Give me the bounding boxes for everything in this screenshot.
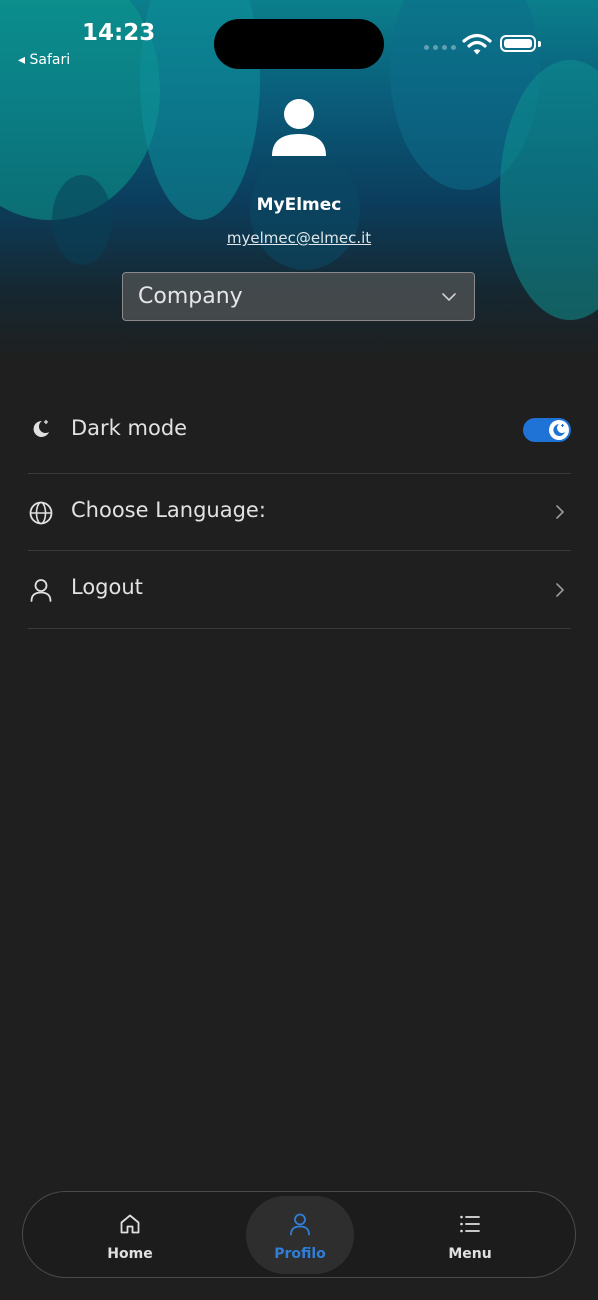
nav-menu[interactable]: Menu (416, 1196, 524, 1274)
moon-icon (33, 420, 49, 437)
status-bar: 14:23 ◂ Safari (0, 0, 598, 90)
dynamic-island (214, 19, 384, 69)
profile-email-link[interactable]: myelmec@elmec.it (0, 229, 598, 247)
divider (28, 628, 571, 629)
company-select-value: Company (138, 284, 243, 309)
nav-profilo[interactable]: Profilo (246, 1196, 354, 1274)
toggle-knob (549, 420, 569, 440)
choose-language-label: Choose Language: (71, 498, 266, 522)
chevron-right-icon (556, 583, 565, 597)
nav-profilo-label: Profilo (274, 1246, 326, 1262)
divider (28, 473, 571, 474)
nav-home-label: Home (107, 1246, 153, 1262)
status-time: 14:23 (82, 20, 156, 46)
chevron-right-icon (556, 505, 565, 519)
profile-name: MyElmec (256, 195, 342, 215)
logout-row[interactable]: Logout (28, 553, 571, 629)
user-icon (290, 1213, 310, 1236)
globe-icon (29, 501, 53, 525)
dark-mode-toggle[interactable] (523, 418, 571, 442)
divider (28, 550, 571, 551)
battery-tip (538, 41, 541, 47)
list-icon (460, 1215, 480, 1233)
dark-mode-label: Dark mode (71, 416, 188, 440)
chevron-down-icon (442, 293, 456, 302)
company-select[interactable]: Company (122, 272, 475, 321)
choose-language-row[interactable]: Choose Language: (28, 475, 571, 551)
wifi-icon (462, 33, 492, 55)
bottom-navigation: Home Profilo Menu (22, 1191, 576, 1278)
home-icon (120, 1214, 140, 1234)
user-avatar-icon (272, 99, 326, 156)
logout-label: Logout (71, 575, 143, 599)
dark-mode-row: Dark mode (28, 398, 571, 474)
moon-icon (553, 424, 565, 436)
back-to-safari-link[interactable]: ◂ Safari (18, 52, 70, 68)
decorative-blob (52, 175, 112, 265)
nav-home[interactable]: Home (76, 1196, 184, 1274)
signal-icon (424, 45, 456, 50)
battery-icon (500, 35, 536, 52)
nav-menu-label: Menu (448, 1246, 492, 1262)
user-icon (30, 579, 52, 602)
